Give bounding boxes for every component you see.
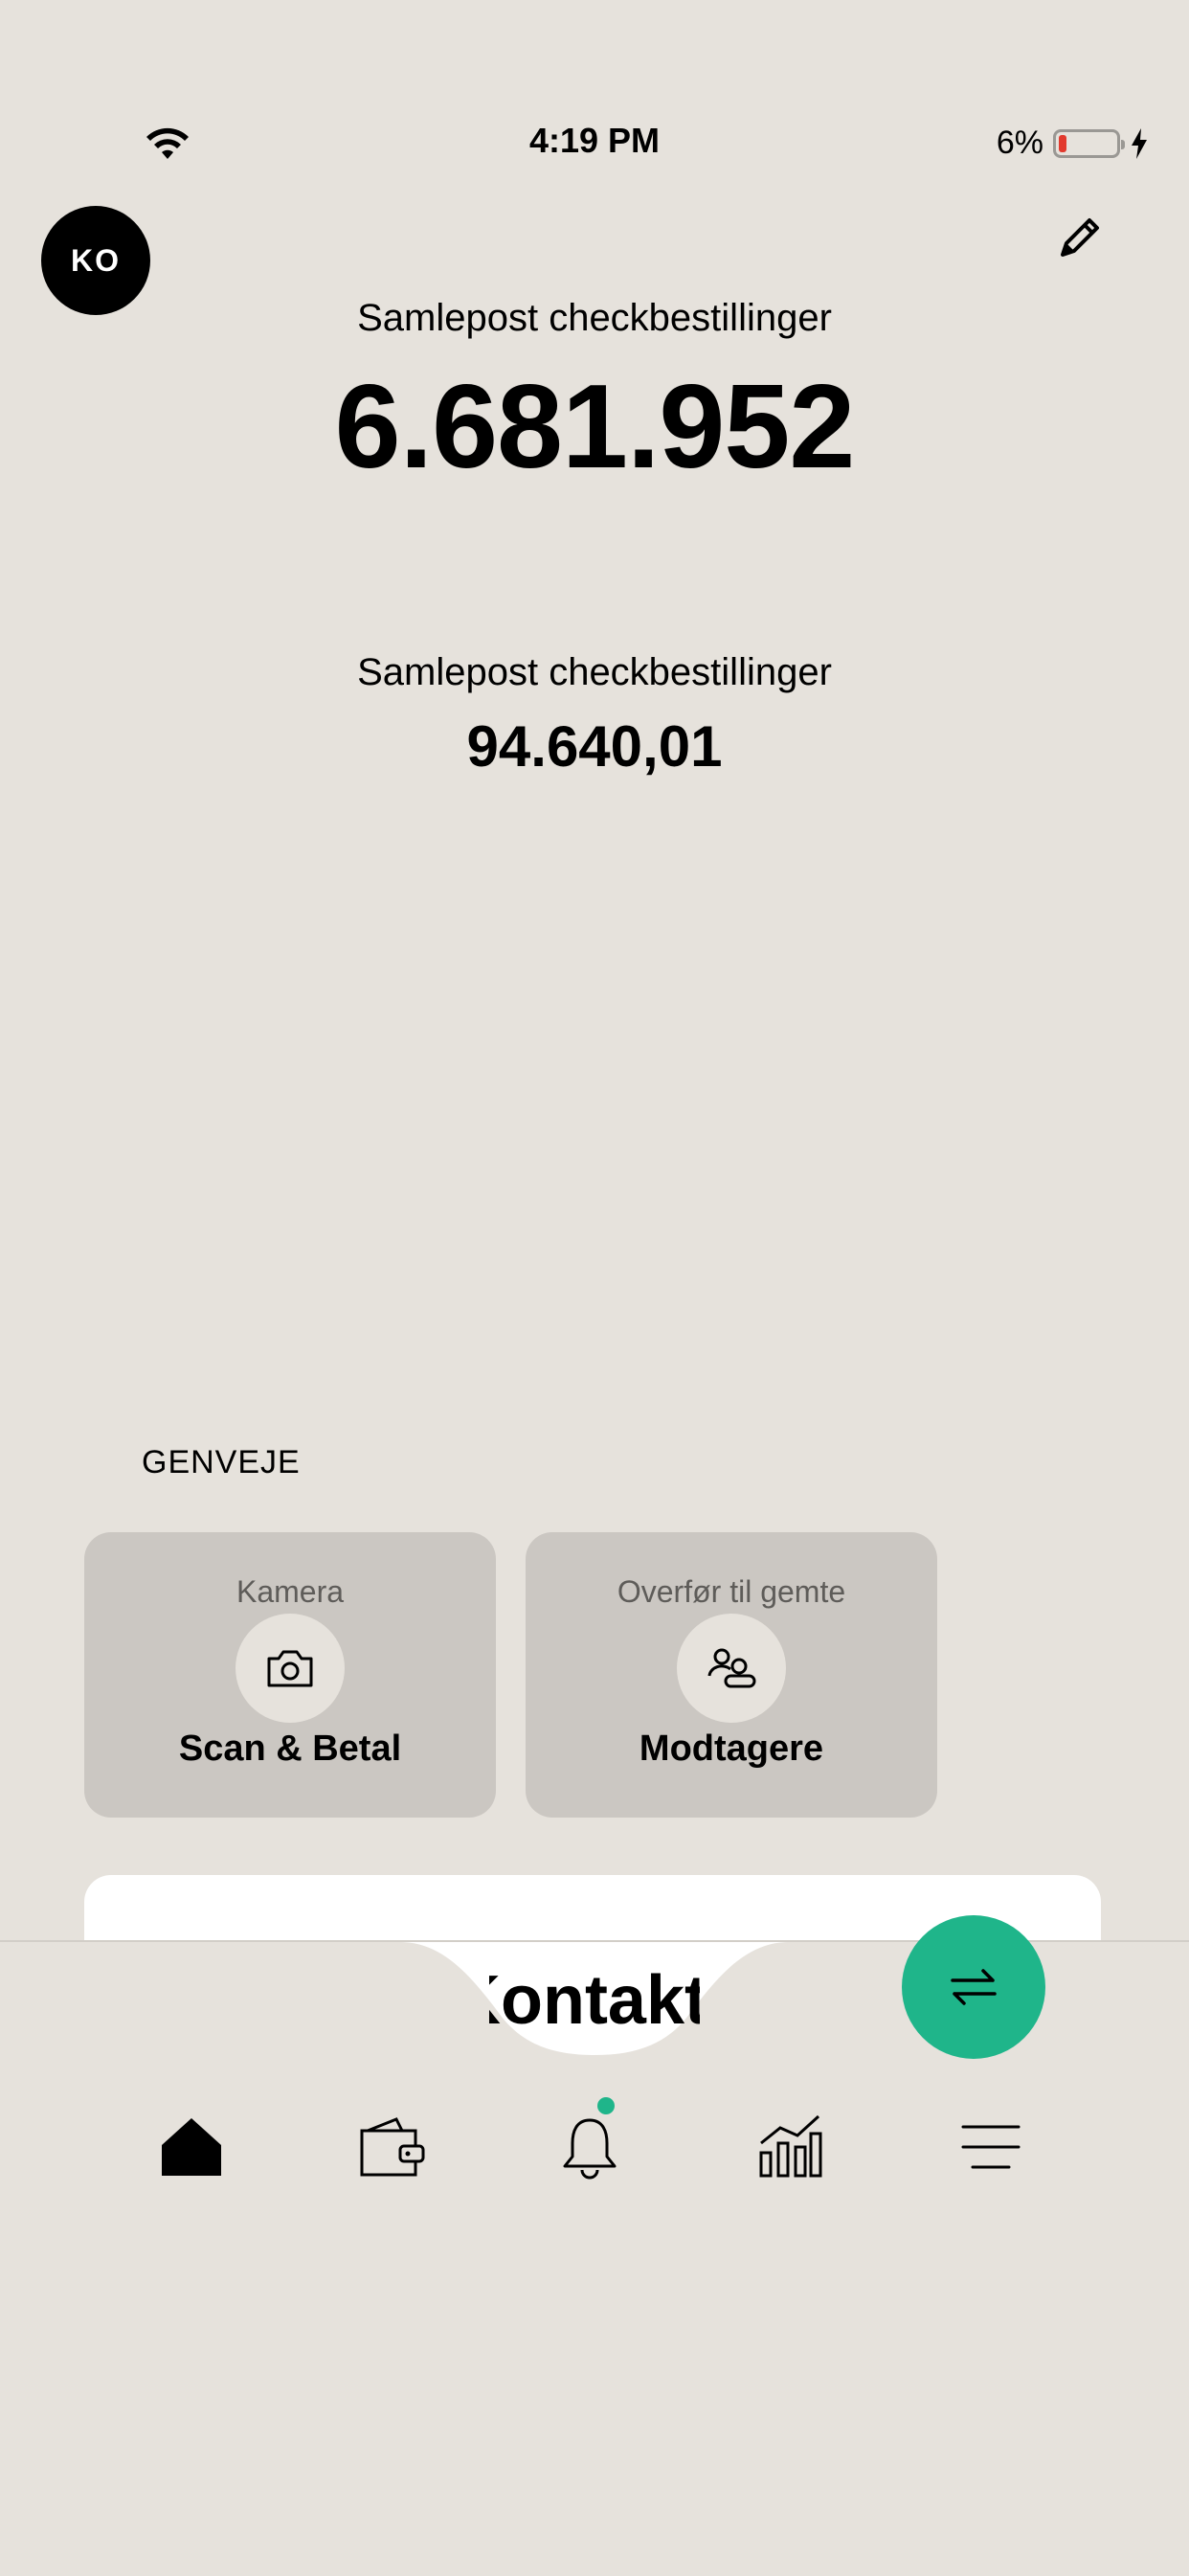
nav-menu[interactable]	[951, 2107, 1031, 2187]
shortcut-subtitle: Overfør til gemte	[617, 1574, 846, 1609]
menu-icon	[961, 2125, 1021, 2169]
pencil-icon[interactable]	[1053, 211, 1107, 264]
home-icon	[162, 2118, 221, 2176]
camera-icon	[236, 1614, 345, 1723]
nav-home[interactable]	[151, 2107, 232, 2187]
shortcut-scan-pay[interactable]: Kamera Scan & Betal	[84, 1532, 496, 1818]
account-balance[interactable]: 94.640,01	[0, 713, 1189, 780]
transfer-button[interactable]	[902, 1915, 1045, 2059]
bell-icon	[563, 2118, 617, 2180]
nav-wallet[interactable]	[351, 2107, 432, 2187]
battery-percent: 6%	[996, 124, 1043, 161]
notification-badge	[597, 2097, 615, 2114]
shortcuts-heading: GENVEJE	[142, 1444, 301, 1480]
recipients-icon	[677, 1614, 786, 1723]
transfer-arrows-icon	[951, 1969, 997, 2005]
chart-icon	[759, 2114, 822, 2178]
account-balance[interactable]: 6.681.952	[0, 359, 1189, 495]
shortcut-title: Scan & Betal	[178, 1729, 402, 1769]
account-label: Samlepost checkbestillinger	[357, 297, 832, 339]
battery-indicator: 6%	[997, 124, 1149, 162]
wallet-icon	[360, 2117, 425, 2177]
shortcut-recipients[interactable]: Overfør til gemte Modtagere	[526, 1532, 937, 1818]
battery-level-fill	[1059, 134, 1066, 152]
shortcut-title: Modtagere	[639, 1729, 824, 1769]
charging-bolt-icon	[1132, 127, 1147, 159]
battery-icon	[1053, 128, 1125, 158]
shortcut-subtitle: Kamera	[236, 1574, 345, 1609]
nav-notifications[interactable]	[550, 2107, 630, 2187]
account-label: Samlepost checkbestillinger	[357, 651, 832, 693]
nav-insights[interactable]	[750, 2107, 830, 2187]
